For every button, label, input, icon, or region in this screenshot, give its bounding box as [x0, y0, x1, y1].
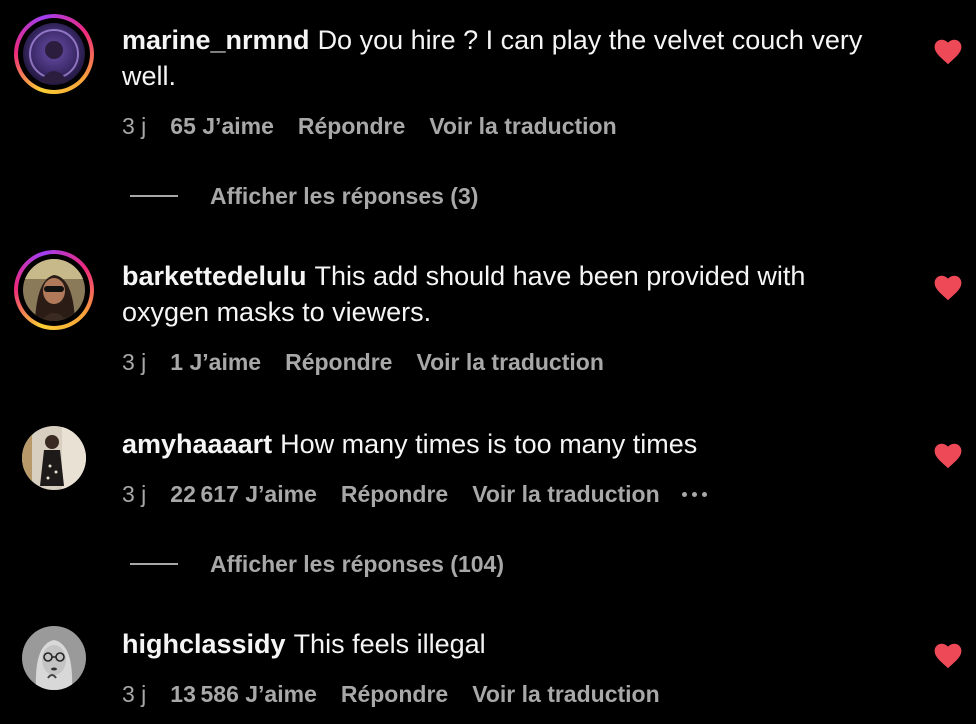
translate-button[interactable]: Voir la traduction — [472, 681, 659, 708]
translate-button[interactable]: Voir la traduction — [429, 113, 616, 140]
avatar[interactable] — [14, 14, 94, 94]
heart-icon[interactable] — [934, 443, 962, 469]
comment-text: This feels illegal — [293, 629, 486, 659]
divider-line — [130, 563, 178, 565]
view-replies-button[interactable]: Afficher les réponses (3) — [130, 180, 478, 212]
comment-meta: 3 j 1 J’aime Répondre Voir la traduction — [122, 346, 628, 378]
heart-icon[interactable] — [934, 643, 962, 669]
heart-icon[interactable] — [934, 39, 962, 65]
comment-meta: 3 j 13 586 J’aime Répondre Voir la tradu… — [122, 678, 684, 710]
reply-button[interactable]: Répondre — [285, 349, 392, 376]
comment-meta: 3 j 65 J’aime Répondre Voir la traductio… — [122, 110, 641, 142]
likes-count[interactable]: 1 J’aime — [170, 349, 261, 376]
avatar[interactable] — [14, 250, 94, 330]
username[interactable]: highclassidy — [122, 629, 286, 659]
likes-count[interactable]: 65 J’aime — [170, 113, 274, 140]
avatar[interactable] — [22, 426, 86, 490]
username[interactable]: amyhaaaart — [122, 429, 272, 459]
view-replies-label[interactable]: Afficher les réponses (104) — [210, 551, 504, 578]
timestamp[interactable]: 3 j — [122, 681, 146, 708]
timestamp[interactable]: 3 j — [122, 481, 146, 508]
username[interactable]: marine_nrmnd — [122, 25, 310, 55]
translate-button[interactable]: Voir la traduction — [416, 349, 603, 376]
comment-text: How many times is too many times — [280, 429, 698, 459]
avatar[interactable] — [22, 626, 86, 690]
heart-icon[interactable] — [934, 275, 962, 301]
reply-button[interactable]: Répondre — [298, 113, 405, 140]
view-replies-label[interactable]: Afficher les réponses (3) — [210, 183, 478, 210]
reply-button[interactable]: Répondre — [341, 481, 448, 508]
reply-button[interactable]: Répondre — [341, 681, 448, 708]
comment-text-block: highclassidy This feels illegal — [122, 626, 882, 662]
likes-count[interactable]: 22 617 J’aime — [170, 481, 317, 508]
more-dots-icon[interactable] — [681, 491, 707, 497]
comment-text-block: barkettedelulu This add should have been … — [122, 258, 882, 330]
translate-button[interactable]: Voir la traduction — [472, 481, 659, 508]
likes-count[interactable]: 13 586 J’aime — [170, 681, 317, 708]
timestamp[interactable]: 3 j — [122, 349, 146, 376]
username[interactable]: barkettedelulu — [122, 261, 307, 291]
comment-text-block: amyhaaaart How many times is too many tim… — [122, 426, 882, 462]
timestamp[interactable]: 3 j — [122, 113, 146, 140]
view-replies-button[interactable]: Afficher les réponses (104) — [130, 548, 504, 580]
comment-meta: 3 j 22 617 J’aime Répondre Voir la tradu… — [122, 478, 707, 510]
comment-text-block: marine_nrmnd Do you hire ? I can play the… — [122, 22, 882, 94]
divider-line — [130, 195, 178, 197]
